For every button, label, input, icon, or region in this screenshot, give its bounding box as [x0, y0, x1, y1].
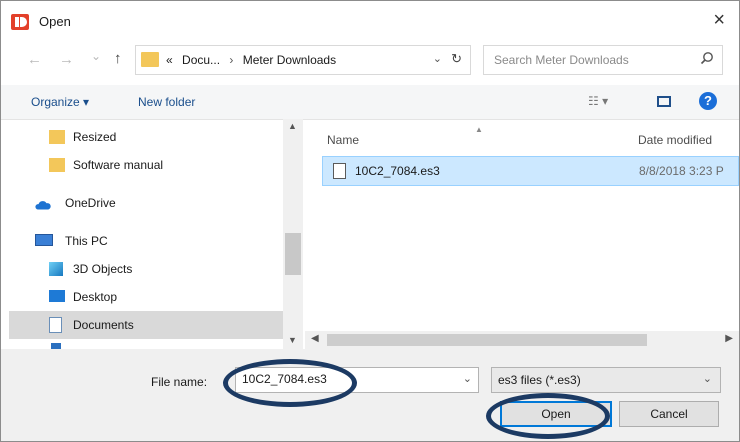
file-name-combobox[interactable]: ⌄: [235, 367, 479, 393]
sidebar-item-3d-objects[interactable]: 3D Objects: [9, 255, 285, 283]
file-type-select[interactable]: es3 files (*.es3) ⌄: [491, 367, 721, 393]
back-arrow-icon[interactable]: ←: [27, 51, 42, 68]
file-type-chevron-icon[interactable]: ⌄: [703, 372, 712, 385]
file-icon: [333, 163, 346, 179]
monitor-icon: [35, 234, 53, 246]
organize-menu-button[interactable]: Organize ▾: [31, 95, 89, 109]
sidebar-item-label: This PC: [65, 234, 108, 248]
sidebar-item-this-pc[interactable]: This PC: [9, 227, 285, 255]
file-name-dropdown-chevron-icon[interactable]: ⌄: [463, 372, 472, 385]
sidebar-item-resized[interactable]: Resized: [9, 123, 285, 151]
bottom-panel: File name: ⌄ es3 files (*.es3) ⌄ Open Ca…: [1, 349, 739, 441]
app-icon: [11, 14, 29, 30]
file-list-horizontal-scrollbar[interactable]: ◀ ▶: [305, 331, 739, 349]
sidebar-item-label: 3D Objects: [73, 262, 133, 276]
preview-pane-icon[interactable]: [657, 96, 671, 107]
open-button[interactable]: Open: [500, 401, 612, 427]
scroll-right-icon[interactable]: ▶: [725, 333, 733, 344]
new-folder-button[interactable]: New folder: [138, 95, 195, 109]
file-row[interactable]: 10C2_7084.es3 8/8/2018 3:23 P: [322, 156, 739, 186]
sidebar-item-label: Software manual: [73, 158, 164, 172]
file-date-modified: 8/8/2018 3:23 P: [639, 164, 724, 178]
file-name-label: File name:: [151, 375, 208, 389]
file-name: 10C2_7084.es3: [355, 164, 440, 178]
cube-icon: [49, 262, 63, 276]
sidebar-item-software-manual[interactable]: Software manual: [9, 151, 285, 179]
navigation-pane: Resized Software manual OneDrive This PC…: [9, 119, 305, 349]
column-header-name[interactable]: Name: [327, 133, 359, 147]
breadcrumb: « Docu... › Meter Downloads: [166, 53, 336, 67]
recent-locations-chevron-icon[interactable]: ⌄: [91, 49, 101, 63]
search-icon: [700, 52, 713, 65]
forward-arrow-icon[interactable]: →: [59, 51, 74, 68]
document-icon: [49, 317, 62, 333]
column-header-date-modified[interactable]: Date modified: [638, 133, 712, 147]
folder-icon: [49, 130, 65, 144]
breadcrumb-overflow[interactable]: «: [166, 53, 173, 67]
search-placeholder: Search Meter Downloads: [494, 53, 629, 67]
sidebar-item-documents[interactable]: Documents: [9, 311, 285, 339]
sidebar-item-label: Desktop: [73, 290, 118, 304]
scroll-thumb[interactable]: [327, 334, 647, 346]
breadcrumb-item-meter-downloads[interactable]: Meter Downloads: [243, 53, 336, 67]
sidebar-item-label: Resized: [73, 130, 117, 144]
refresh-icon[interactable]: ↻: [451, 51, 462, 67]
folder-icon: [49, 158, 65, 172]
command-toolbar: Organize ▾ New folder ☷ ▾ ?: [1, 85, 739, 120]
desktop-icon: [49, 290, 65, 302]
window-title: Open: [39, 14, 71, 29]
sidebar-item-label: OneDrive: [65, 196, 116, 210]
scroll-up-icon[interactable]: ▲: [288, 121, 297, 131]
address-dropdown-chevron-icon[interactable]: ⌄: [433, 52, 442, 65]
sort-caret-icon: ▲: [475, 125, 483, 134]
change-view-button[interactable]: ☷ ▾: [588, 94, 608, 108]
help-icon[interactable]: ?: [699, 92, 717, 110]
title-bar: Open ×: [1, 1, 739, 41]
file-type-value: es3 files (*.es3): [498, 373, 581, 387]
sidebar-item-onedrive[interactable]: OneDrive: [9, 189, 285, 217]
open-file-dialog: Open × ← → ⌄ ↑ « Docu... › Meter Downloa…: [0, 0, 740, 442]
sidebar-item-label: Documents: [73, 318, 134, 332]
breadcrumb-separator-icon[interactable]: ›: [229, 53, 233, 67]
folder-icon: [141, 52, 159, 67]
scroll-down-icon[interactable]: ▼: [288, 335, 297, 345]
sidebar-item-downloads-partial[interactable]: [9, 341, 285, 349]
breadcrumb-item-documents[interactable]: Docu...: [182, 53, 220, 67]
up-arrow-icon[interactable]: ↑: [114, 50, 122, 67]
cancel-button[interactable]: Cancel: [619, 401, 719, 427]
close-icon[interactable]: ×: [713, 9, 725, 32]
scroll-thumb[interactable]: [285, 233, 301, 275]
address-bar[interactable]: « Docu... › Meter Downloads ⌄ ↻: [135, 45, 471, 75]
sidebar-item-desktop[interactable]: Desktop: [9, 283, 285, 311]
navigation-pane-scrollbar[interactable]: ▲ ▼: [283, 119, 303, 349]
file-name-input[interactable]: [240, 371, 454, 387]
scroll-left-icon[interactable]: ◀: [311, 333, 319, 344]
search-box[interactable]: Search Meter Downloads: [483, 45, 723, 75]
cloud-icon: [35, 201, 51, 210]
file-list: ▲ Name Date modified 10C2_7084.es3 8/8/2…: [305, 119, 739, 331]
